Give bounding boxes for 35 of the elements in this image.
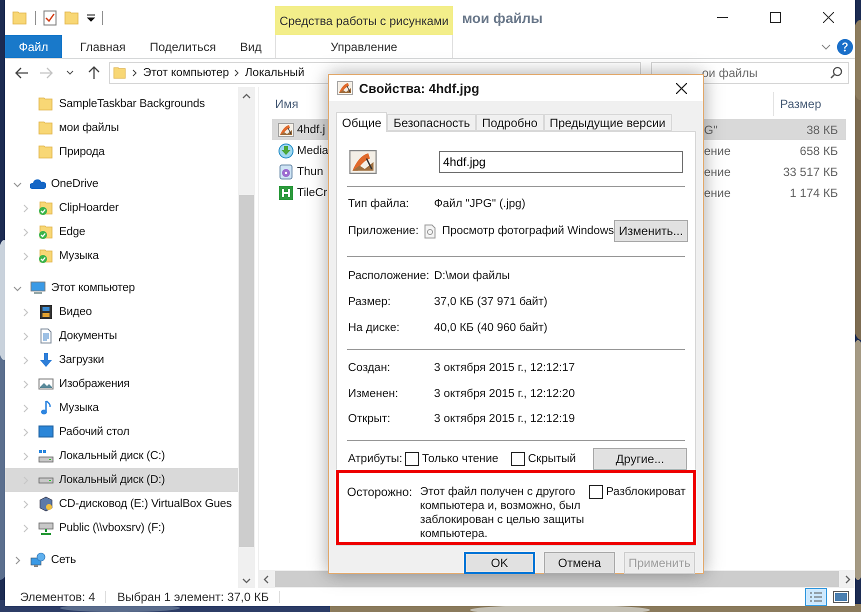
- field-label: Приложение:: [348, 225, 420, 238]
- field-label: На диске:: [348, 322, 401, 334]
- file-type: ение: [704, 144, 732, 158]
- file-name: TileCr: [297, 186, 328, 198]
- field-value: 37,0 КБ (37 971 байт): [434, 296, 548, 308]
- status-text: Выбран 1 элемент: 37,0 КБ: [117, 590, 270, 604]
- file-type: ение: [704, 186, 732, 200]
- window-title: мои файлы: [462, 8, 543, 28]
- field-label: Изменен:: [348, 388, 400, 400]
- field-label: Тип файла:: [348, 198, 410, 210]
- field-label: Расположение:: [348, 270, 430, 282]
- field-value: 3 октября 2015 г., 12:12:17: [434, 362, 575, 374]
- file-name: Thun: [297, 166, 324, 178]
- file-name: 4hdf.j: [297, 124, 326, 136]
- context-tab-group: Средства работы с рисунками: [275, 6, 453, 35]
- field-label: Атрибуты:: [348, 453, 404, 466]
- file-name: Media: [297, 144, 328, 156]
- field-label: Создан:: [348, 362, 392, 374]
- file-size: 33 517 КБ: [783, 164, 839, 178]
- file-size: 38 КБ: [806, 122, 839, 136]
- field-label: Осторожно:: [347, 485, 414, 502]
- field-label: Открыт:: [348, 413, 392, 426]
- status-text: Элементов: 4: [20, 590, 96, 604]
- security-warning: Этот файл получен с другого компьютера и, возможно, был заблокирован с целью защиты компьютера.: [420, 485, 586, 542]
- field-label: Размер:: [348, 296, 392, 308]
- field-value: 40,0 КБ (40 960 байт): [434, 322, 548, 334]
- field-value: Файл "JPG" (.jpg): [434, 198, 526, 210]
- file-type: G": [704, 122, 719, 136]
- file-size: 658 КБ: [800, 144, 839, 158]
- field-value: 3 октября 2015 г., 12:12:20: [434, 388, 575, 400]
- field-value: 3 октября 2015 г., 12:12:19: [434, 413, 575, 426]
- field-value: Просмотр фотографий Windows: [442, 225, 614, 238]
- field-value: D:\мои файлы: [434, 270, 510, 282]
- file-type: ение: [704, 164, 732, 178]
- file-size: 1 174 КБ: [790, 186, 839, 200]
